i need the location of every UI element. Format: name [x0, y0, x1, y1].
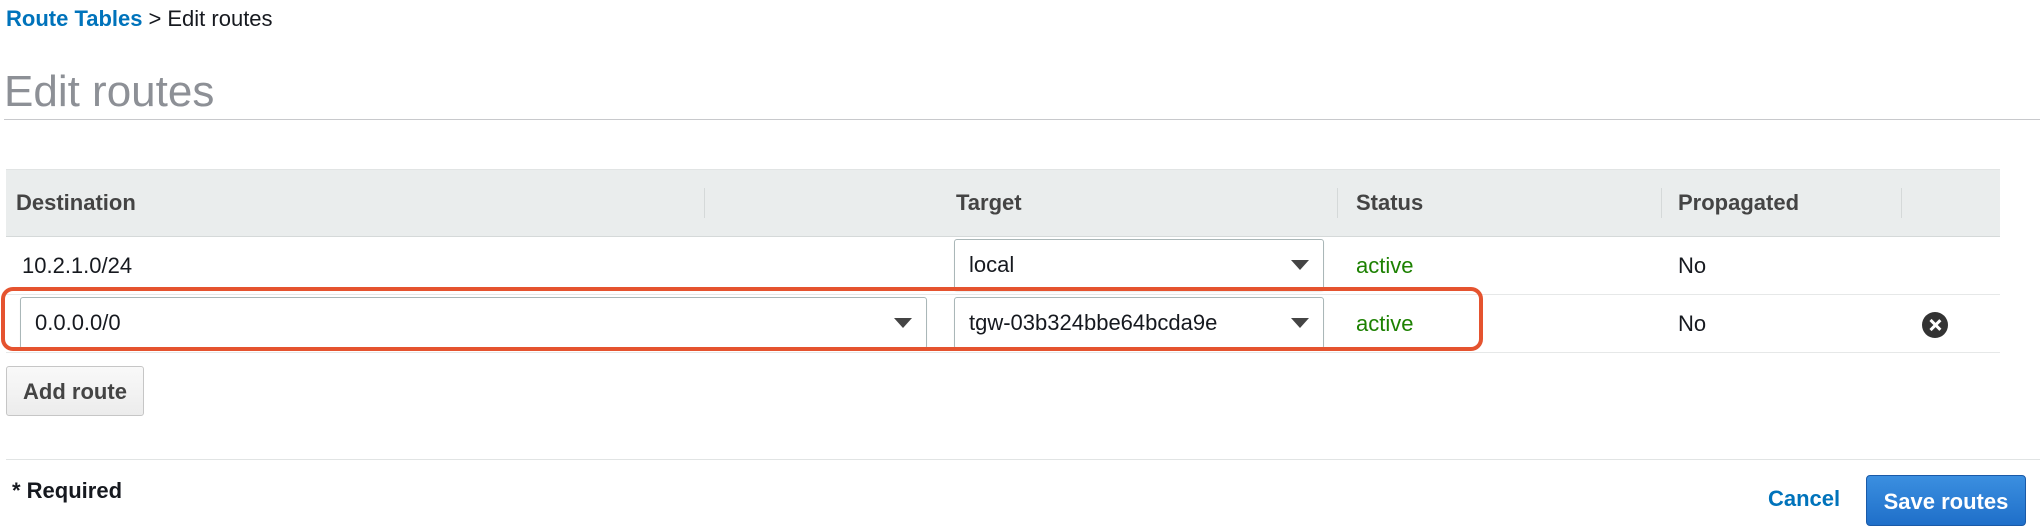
- column-divider: [1901, 188, 1902, 218]
- column-header-target: Target: [956, 190, 1022, 215]
- caret-down-icon: [1291, 260, 1309, 270]
- add-route-button[interactable]: Add route: [6, 366, 144, 416]
- column-header-status: Status: [1356, 190, 1424, 215]
- table-row: 0.0.0.0/0 tgw-03b324bbe64bcda9e active N…: [6, 295, 2000, 353]
- title-divider: [4, 119, 2040, 120]
- page-title: Edit routes: [4, 67, 215, 116]
- propagated-cell: No: [1678, 311, 1707, 336]
- breadcrumb-current: Edit routes: [167, 6, 273, 31]
- edit-routes-page: Route Tables > Edit routes Edit routes Des…: [0, 0, 2042, 526]
- table-row: 10.2.1.0/24 local active No: [6, 237, 2000, 295]
- target-select[interactable]: tgw-03b324bbe64bcda9e: [954, 297, 1324, 349]
- required-note: * Required: [12, 478, 123, 503]
- caret-down-icon: [894, 318, 912, 328]
- column-header-propagated: Propagated: [1678, 190, 1800, 215]
- table-header: Destination Target Status Propagated: [6, 169, 2000, 237]
- destination-select-value: 0.0.0.0/0: [35, 310, 121, 335]
- status-cell: active: [1356, 253, 1414, 278]
- caret-down-icon: [1291, 318, 1309, 328]
- routes-table: Destination Target Status Propagated 10.…: [6, 169, 2000, 353]
- remove-route-icon[interactable]: [1922, 312, 1948, 338]
- save-routes-button[interactable]: Save routes: [1866, 475, 2026, 526]
- cancel-button[interactable]: Cancel: [1768, 486, 1840, 512]
- target-select-value: local: [969, 252, 1015, 277]
- column-divider: [1661, 188, 1662, 218]
- target-select-value: tgw-03b324bbe64bcda9e: [969, 310, 1218, 335]
- footer-divider: [6, 459, 2040, 460]
- destination-cell: 10.2.1.0/24: [22, 253, 133, 278]
- column-divider: [1337, 188, 1338, 218]
- breadcrumb-route-tables-link[interactable]: Route Tables: [6, 6, 143, 31]
- propagated-cell: No: [1678, 253, 1707, 278]
- column-header-destination: Destination: [16, 190, 136, 215]
- breadcrumb: Route Tables > Edit routes: [6, 5, 273, 33]
- breadcrumb-separator: >: [148, 6, 162, 31]
- target-select[interactable]: local: [954, 239, 1324, 291]
- column-divider: [704, 188, 705, 218]
- status-cell: active: [1356, 311, 1414, 336]
- destination-select[interactable]: 0.0.0.0/0: [20, 297, 927, 349]
